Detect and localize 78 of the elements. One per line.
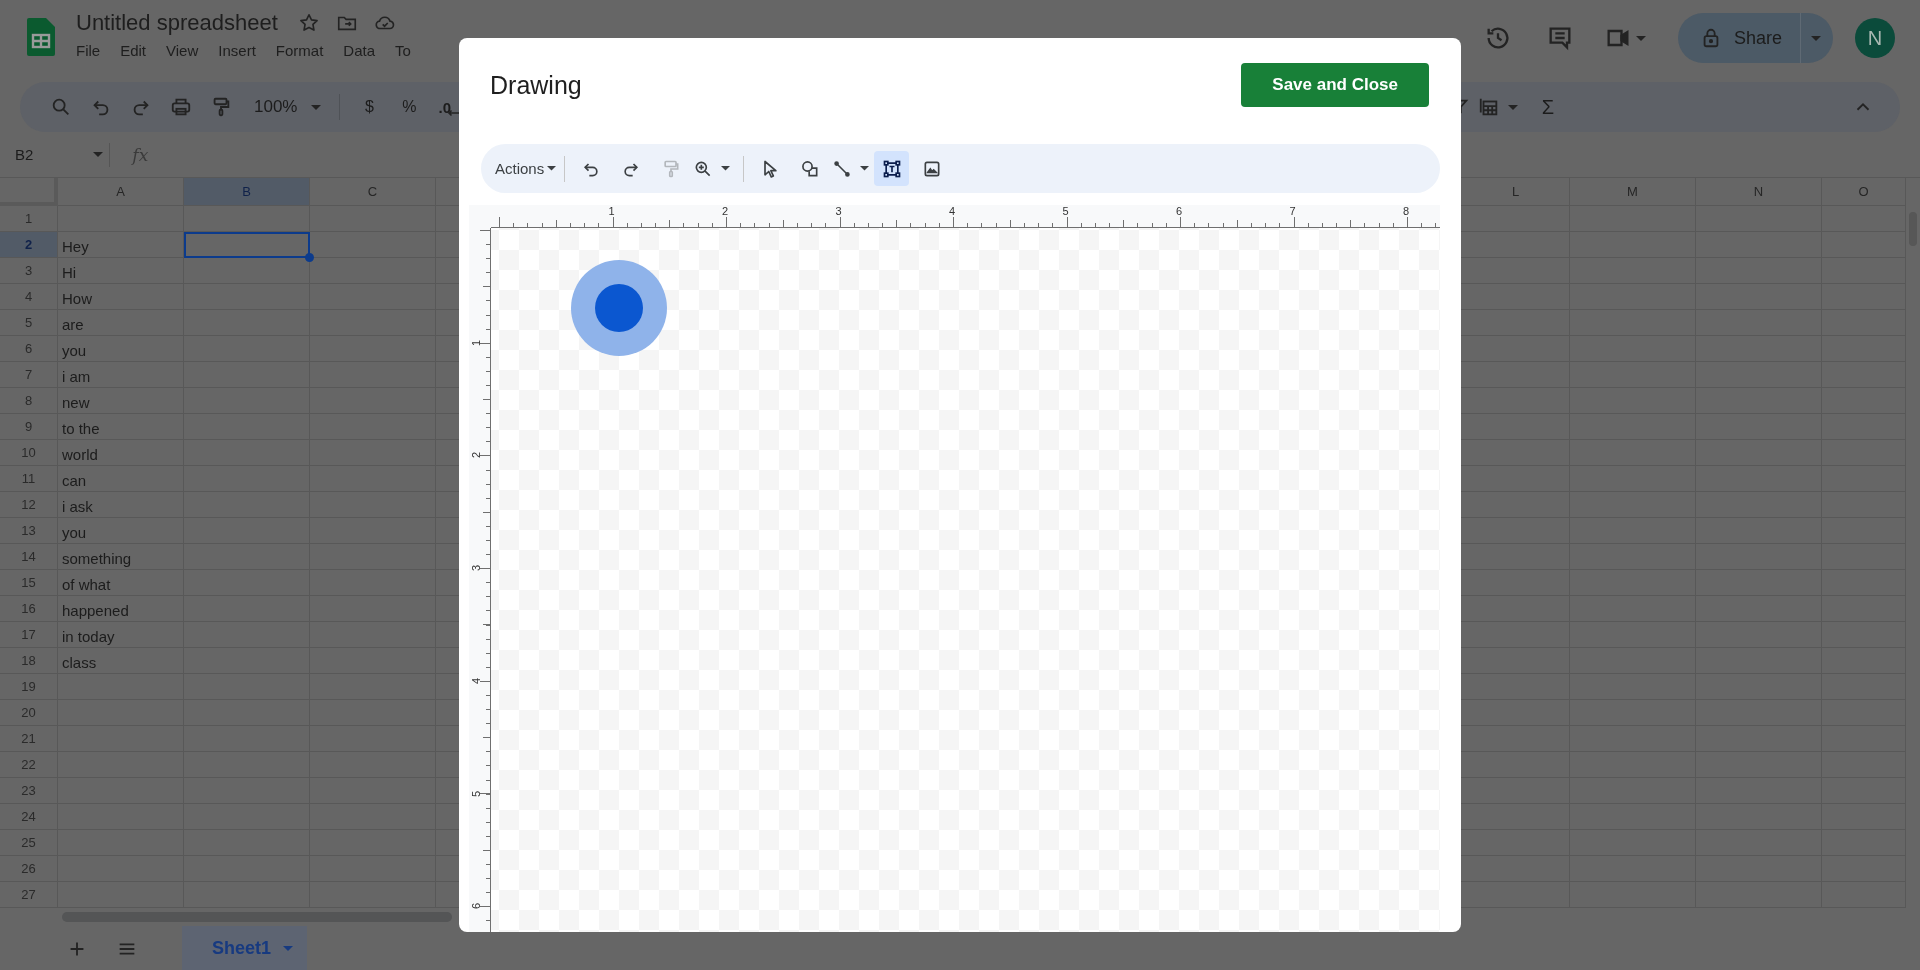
menu-item[interactable]: File xyxy=(76,42,101,59)
save-and-close-button[interactable]: Save and Close xyxy=(1241,63,1429,107)
table-cell-text: you xyxy=(61,523,88,543)
row-header[interactable]: 2 xyxy=(0,232,58,258)
table-cell-text: something xyxy=(61,549,133,569)
row-header[interactable]: 11 xyxy=(0,466,58,492)
table-cell-text: Hey xyxy=(61,237,90,257)
row-header[interactable]: 14 xyxy=(0,544,58,570)
table-cell-text: Hi xyxy=(61,263,78,283)
row-header[interactable]: 27 xyxy=(0,882,58,908)
row-header[interactable]: 17 xyxy=(0,622,58,648)
name-box[interactable]: B2 xyxy=(15,146,104,163)
ruler-label: 3 xyxy=(835,205,842,217)
column-header[interactable]: B xyxy=(184,178,310,206)
ruler-label: 4 xyxy=(470,676,482,686)
ruler-label: 7 xyxy=(1289,205,1296,217)
row-header[interactable]: 22 xyxy=(0,752,58,778)
row-header[interactable]: 5 xyxy=(0,310,58,336)
menu-item[interactable]: Format xyxy=(275,42,324,59)
row-header[interactable]: 7 xyxy=(0,362,58,388)
functions-button[interactable]: Σ xyxy=(1541,95,1554,119)
table-cell-text: happened xyxy=(61,601,130,621)
menu-item[interactable]: Insert xyxy=(218,42,256,59)
row-header[interactable]: 4 xyxy=(0,284,58,310)
ruler-label: 6 xyxy=(1176,205,1183,217)
ruler-label: 4 xyxy=(949,205,956,217)
share-button[interactable]: Share xyxy=(1677,13,1801,63)
row-header[interactable]: 20 xyxy=(0,700,58,726)
row-header[interactable]: 3 xyxy=(0,258,58,284)
row-header[interactable]: 13 xyxy=(0,518,58,544)
row-header[interactable]: 16 xyxy=(0,596,58,622)
ruler-label: 8 xyxy=(1403,205,1410,217)
currency-format-button[interactable]: $ xyxy=(358,98,381,116)
document-title[interactable]: Untitled spreadsheet xyxy=(76,10,278,36)
actions-menu-button[interactable]: Actions xyxy=(495,160,557,177)
menu-item[interactable]: Edit xyxy=(120,42,147,59)
percent-format-button[interactable]: % xyxy=(398,98,421,116)
row-header[interactable]: 24 xyxy=(0,804,58,830)
decrease-decimal-button[interactable]: .0 xyxy=(438,96,461,118)
row-header[interactable]: 12 xyxy=(0,492,58,518)
row-header[interactable]: 23 xyxy=(0,778,58,804)
menu-item[interactable]: View xyxy=(166,42,199,59)
table-cell-text: How xyxy=(61,289,93,309)
row-header[interactable]: 10 xyxy=(0,440,58,466)
dialog-title: Drawing xyxy=(490,70,582,100)
ruler-label: 5 xyxy=(470,789,482,799)
ruler-label: 2 xyxy=(470,451,482,461)
table-cell-text: class xyxy=(61,653,98,673)
row-header[interactable]: 15 xyxy=(0,570,58,596)
ruler-label: 1 xyxy=(608,205,615,217)
table-cell-text: to the xyxy=(61,419,101,439)
table-cell-text: world xyxy=(61,445,99,465)
ruler-label: 3 xyxy=(470,564,482,574)
ruler-label: 6 xyxy=(470,902,482,912)
menu-item[interactable]: To xyxy=(395,42,411,59)
row-header[interactable]: 21 xyxy=(0,726,58,752)
table-cell-text: are xyxy=(61,315,85,335)
table-cell-text: in today xyxy=(61,627,116,647)
row-header[interactable]: 18 xyxy=(0,648,58,674)
row-header[interactable]: 8 xyxy=(0,388,58,414)
ruler-label: 5 xyxy=(1062,205,1069,217)
table-cell-text: you xyxy=(61,341,88,361)
ruler-label: 1 xyxy=(470,338,482,348)
zoom-dropdown[interactable]: 100% xyxy=(254,97,322,117)
table-cell-text: new xyxy=(61,393,91,413)
ruler-label: 2 xyxy=(722,205,729,217)
row-header[interactable]: 6 xyxy=(0,336,58,362)
table-cell-text: of what xyxy=(61,575,112,595)
avatar[interactable]: N xyxy=(1855,18,1895,58)
table-cell-text: i ask xyxy=(61,497,94,517)
menu-item[interactable]: Data xyxy=(343,42,375,59)
row-header[interactable]: 9 xyxy=(0,414,58,440)
row-header[interactable]: 19 xyxy=(0,674,58,700)
table-cell-text: i am xyxy=(61,367,92,387)
row-header[interactable]: 25 xyxy=(0,830,58,856)
table-cell-text: can xyxy=(61,471,88,491)
sheet-tab[interactable]: Sheet1 xyxy=(182,926,308,970)
row-header[interactable]: 26 xyxy=(0,856,58,882)
